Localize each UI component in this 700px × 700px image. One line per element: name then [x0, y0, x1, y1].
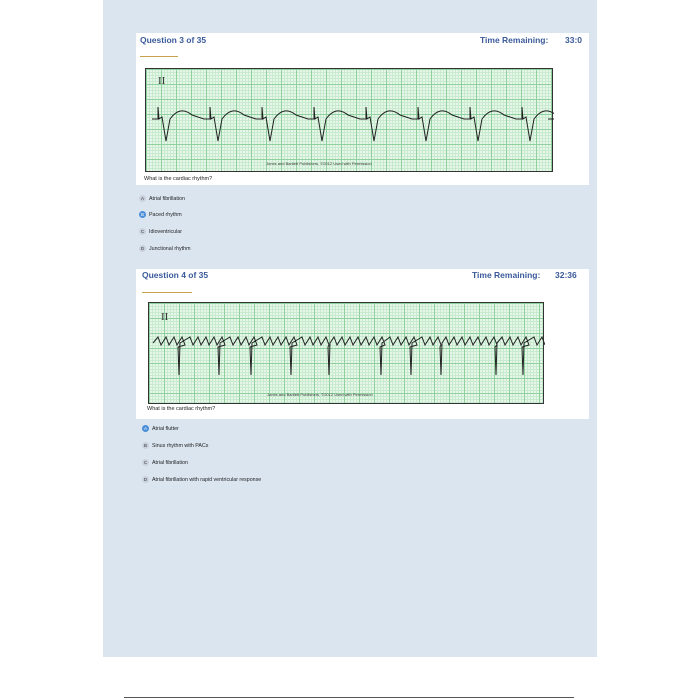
option-label: Idioventricular	[149, 228, 182, 235]
question-3-header-underline	[140, 56, 178, 57]
option-letter-badge: C	[139, 228, 146, 235]
option-letter-badge: B	[139, 211, 146, 218]
q4-option-d[interactable]: D Atrial fibrillation with rapid ventricu…	[142, 476, 261, 483]
option-letter-badge: D	[142, 476, 149, 483]
question-3-time-value: 33:0	[565, 35, 583, 45]
option-label: Junctional rhythm	[149, 245, 191, 252]
ecg-trace-q3	[152, 106, 554, 142]
question-4-time-value: 32:36	[555, 270, 577, 280]
option-letter-badge: D	[139, 245, 146, 252]
question-3-time-label: Time Remaining:	[480, 35, 549, 45]
q3-option-a[interactable]: A Atrial fibrillation	[139, 195, 185, 202]
q4-option-c[interactable]: C Atrial fibrillation	[142, 459, 188, 466]
question-3-prompt: What is the cardiac rhythm?	[144, 176, 213, 182]
question-3-header: Question 3 of 35	[140, 35, 207, 45]
option-letter-badge: C	[142, 459, 149, 466]
q4-option-a[interactable]: A Atrial flutter	[142, 425, 179, 432]
footer-divider	[124, 697, 574, 698]
question-4-header-underline	[142, 292, 192, 293]
option-label: Atrial fibrillation	[152, 459, 188, 466]
q3-option-c[interactable]: C Idioventricular	[139, 228, 182, 235]
option-letter-badge: A	[139, 195, 146, 202]
q4-option-b[interactable]: B Sinus rhythm with PACs	[142, 442, 208, 449]
document-page: Question 3 of 35 Time Remaining: 33:0 II…	[103, 0, 597, 657]
question-4-time-label: Time Remaining:	[472, 270, 541, 280]
question-4-header: Question 4 of 35	[142, 270, 209, 280]
option-label: Atrial fibrillation with rapid ventricul…	[152, 476, 262, 483]
ecg-strip-q4: II Jones and Bartlett Publishers, ©2012 …	[148, 302, 545, 404]
q3-option-d[interactable]: D Junctional rhythm	[139, 245, 191, 252]
option-letter-badge: A	[142, 425, 149, 432]
option-label: Atrial fibrillation	[149, 195, 185, 202]
option-label: Atrial flutter	[152, 425, 179, 432]
ecg-strip-q3: II Jones and Bartlett Publishers, ©2012 …	[145, 68, 554, 172]
q3-option-b[interactable]: B Paced rhythm	[139, 211, 182, 218]
ecg-copyright: Jones and Bartlett Publishers, ©2012 Use…	[266, 161, 372, 166]
option-label: Sinus rhythm with PACs	[152, 442, 209, 449]
ecg-copyright: Jones and Bartlett Publishers, ©2012 Use…	[267, 392, 373, 397]
question-4-prompt: What is the cardiac rhythm?	[147, 406, 216, 412]
option-letter-badge: B	[142, 442, 149, 449]
option-label: Paced rhythm	[149, 211, 182, 218]
ecg-trace-q4	[152, 335, 545, 376]
